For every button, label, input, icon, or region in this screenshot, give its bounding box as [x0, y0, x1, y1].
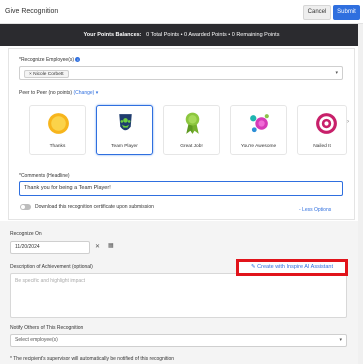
dialog-header: Give Recognition Cancel Submit: [0, 0, 363, 24]
less-options-link[interactable]: - Less Options: [299, 207, 331, 213]
total-points: 0 Total Points: [146, 32, 180, 38]
badge-great-job[interactable]: Great Job!: [163, 105, 220, 155]
notify-select[interactable]: Select employee(s) ▾: [10, 334, 347, 347]
recognition-card: *Recognize Employee(s) i × Nicole Corbet…: [8, 48, 355, 220]
description-label: Description of Achievement (optional): [10, 264, 93, 270]
employee-chip[interactable]: × Nicole Corbett: [24, 70, 69, 78]
separator: •: [228, 32, 231, 38]
target-icon: [316, 113, 337, 134]
sun-icon: [48, 113, 69, 134]
badge-label: Thanks: [49, 144, 66, 149]
info-icon[interactable]: i: [75, 57, 81, 63]
chevron-down-icon[interactable]: ▾: [339, 335, 342, 346]
badge-label: You're Awesome: [240, 144, 277, 149]
points-label: Your Points Balances:: [83, 32, 142, 38]
badge-label: Team Player: [111, 144, 138, 149]
inspire-ai-assistant-button[interactable]: ✎ Create with Inspire AI Assistant: [236, 259, 348, 276]
date-input[interactable]: 11/20/2024: [10, 241, 90, 254]
chevron-right-icon[interactable]: ›: [347, 119, 351, 125]
ribbon-award-icon: [185, 112, 200, 134]
calendar-icon[interactable]: ▦: [108, 242, 114, 249]
scrollbar[interactable]: [358, 24, 363, 364]
cancel-button[interactable]: Cancel: [303, 5, 331, 20]
badge-label: Nailed It: [313, 144, 331, 149]
badge-label: Great Job!: [180, 144, 203, 149]
recognition-type-text: Peer to Peer (no points): [19, 90, 73, 96]
comments-input[interactable]: Thank you for being a Team Player!: [19, 181, 343, 196]
ai-assistant-label: Create with Inspire AI Assistant: [257, 264, 333, 270]
chevron-down-icon[interactable]: ▾: [96, 90, 99, 96]
download-toggle[interactable]: [20, 204, 31, 210]
chevron-down-icon[interactable]: ▾: [335, 70, 338, 76]
recognize-employee-label-text: *Recognize Employee(s): [19, 57, 75, 63]
notify-placeholder: Select employee(s): [15, 337, 58, 343]
remaining-points: 0 Remaining Points: [231, 32, 280, 38]
pencil-icon: ✎: [251, 264, 256, 270]
separator: •: [180, 32, 183, 38]
description-textarea[interactable]: Be specific and highlight impact: [10, 273, 347, 318]
recognize-employee-label: *Recognize Employee(s) i: [19, 57, 81, 63]
team-player-icon: [119, 114, 132, 131]
download-label: Download this recognition certificate up…: [35, 204, 154, 210]
dialog-title: Give Recognition: [5, 8, 59, 15]
recognition-type-label: Peer to Peer (no points) (Change) ▾: [19, 90, 98, 96]
badge-youre-awesome[interactable]: You're Awesome: [230, 105, 287, 155]
comments-label: *Comments (Headline): [19, 173, 70, 179]
awarded-points: 0 Awarded Points: [184, 32, 227, 38]
employee-select[interactable]: × Nicole Corbett ▾: [19, 66, 343, 80]
points-balance-bar: Your Points Balances: 0 Total Points • 0…: [0, 24, 363, 46]
badge-team-player[interactable]: Team Player: [96, 105, 153, 155]
badge-thanks[interactable]: Thanks: [29, 105, 86, 155]
clear-icon[interactable]: ✕: [95, 243, 100, 250]
notify-label: Notify Others of This Recognition: [10, 325, 84, 331]
badge-nailed-it[interactable]: Nailed It: [297, 105, 347, 155]
lower-section: Recognize On 11/20/2024 ✕ ▦ Description …: [0, 221, 363, 364]
supervisor-note: * The recipient's supervisor will automa…: [10, 356, 174, 362]
starburst-icon: [250, 114, 269, 133]
submit-button[interactable]: Submit: [333, 5, 360, 20]
change-link[interactable]: (Change): [73, 90, 94, 96]
recognize-on-label: Recognize On: [10, 231, 42, 237]
